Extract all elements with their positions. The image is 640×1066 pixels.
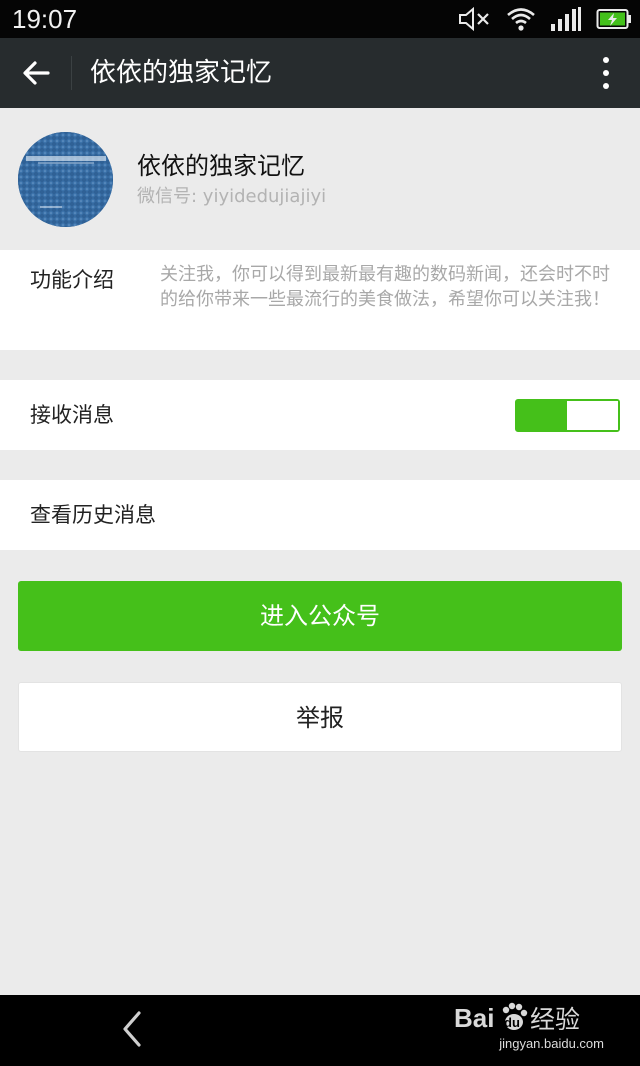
wechat-id: 微信号: yiyidedujiajiyi xyxy=(137,186,327,207)
toggle-knob xyxy=(567,401,618,430)
battery-charging-icon xyxy=(596,9,631,29)
more-button[interactable] xyxy=(600,54,612,92)
signal-icon xyxy=(551,7,581,31)
report-button[interactable]: 举报 xyxy=(18,682,622,752)
receive-messages-label: 接收消息 xyxy=(30,403,114,427)
arrow-left-icon xyxy=(23,61,50,85)
svg-text:du: du xyxy=(504,1015,520,1030)
action-bar-divider xyxy=(71,56,72,90)
back-button[interactable] xyxy=(14,51,58,95)
profile-header: 依依的独家记忆 微信号: yiyidedujiajiyi xyxy=(0,108,640,250)
wifi-icon xyxy=(507,8,535,31)
watermark-url: jingyan.baidu.com xyxy=(499,1036,604,1051)
status-icons xyxy=(458,5,632,33)
receive-messages-row: 接收消息 xyxy=(0,380,640,450)
status-time: 19:07 xyxy=(12,4,78,34)
view-history-row[interactable]: 查看历史消息 xyxy=(0,480,640,550)
receive-messages-toggle[interactable] xyxy=(515,399,620,432)
intro-section: 功能介绍 关注我，你可以得到最新最有趣的数码新闻，还会时不时的给你带来一些最流行… xyxy=(0,250,640,350)
toggle-track xyxy=(517,401,567,430)
profile-name: 依依的独家记忆 xyxy=(137,152,305,180)
page-title: 依依的独家记忆 xyxy=(90,58,273,88)
volume-muted-icon xyxy=(459,6,489,32)
svg-text:Bai: Bai xyxy=(454,1003,494,1033)
action-bar: 依依的独家记忆 xyxy=(0,38,640,108)
enter-account-button[interactable]: 进入公众号 xyxy=(18,581,622,651)
intro-label: 功能介绍 xyxy=(30,268,114,292)
nav-back-button[interactable] xyxy=(117,1009,147,1049)
status-bar: 19:07 xyxy=(0,0,640,38)
view-history-label: 查看历史消息 xyxy=(30,503,156,527)
svg-text:经验: 经验 xyxy=(530,1005,580,1034)
avatar[interactable] xyxy=(18,132,113,227)
avatar-image xyxy=(18,132,113,227)
baidu-jingyan-watermark: Bai du 经验 jingyan.baidu.com xyxy=(444,1000,604,1058)
baidu-jingyan-logo: Bai du 经验 xyxy=(454,1002,580,1034)
more-vertical-icon xyxy=(603,57,609,89)
chevron-left-icon xyxy=(123,1011,141,1047)
intro-text: 关注我，你可以得到最新最有趣的数码新闻，还会时不时的给你带来一些最流行的美食做法… xyxy=(160,264,610,310)
